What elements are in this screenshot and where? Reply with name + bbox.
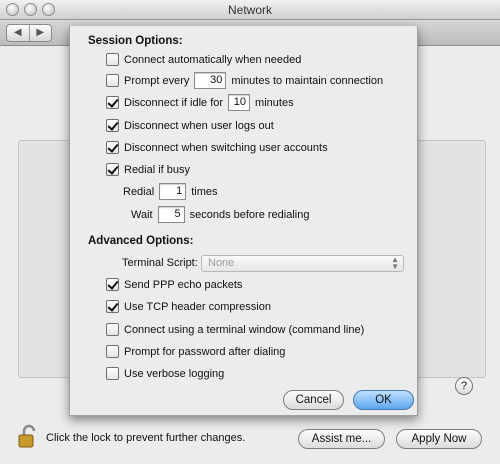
option-verbose-logging[interactable]: Use verbose logging (106, 367, 224, 380)
option-prompt-password[interactable]: Prompt for password after dialing (106, 345, 285, 358)
forward-arrow-icon[interactable]: ▶ (30, 25, 52, 41)
checkbox[interactable] (106, 119, 119, 132)
terminal-script-value: None (208, 257, 235, 269)
checkbox[interactable] (106, 367, 119, 380)
wait-seconds-field[interactable]: 5 (157, 206, 185, 223)
apply-now-button[interactable]: Apply Now (396, 429, 482, 449)
title-bar: Network (0, 0, 500, 20)
checkbox[interactable] (106, 141, 119, 154)
option-label: Disconnect when user logs out (124, 119, 274, 132)
option-tcp-header-compression[interactable]: Use TCP header compression (106, 300, 271, 313)
ok-button[interactable]: OK (353, 390, 414, 410)
checkbox[interactable] (106, 74, 119, 87)
popup-arrows-icon: ▲ ▼ (391, 255, 399, 271)
checkbox[interactable] (106, 300, 119, 313)
redial-suffix: times (191, 185, 218, 198)
checkbox[interactable] (106, 345, 119, 358)
option-label: Disconnect if idle for (124, 96, 224, 109)
option-label: Send PPP echo packets (124, 278, 243, 291)
lock-message: Click the lock to prevent further change… (46, 432, 246, 444)
wait-suffix: seconds before redialing (189, 208, 310, 221)
checkbox[interactable] (106, 53, 119, 66)
wait-seconds-row: Wait 5 seconds before redialing (131, 206, 309, 223)
option-terminal-window[interactable]: Connect using a terminal window (command… (106, 323, 364, 336)
prompt-minutes-field[interactable]: 30 (194, 72, 227, 89)
advanced-options-heading: Advanced Options: (88, 235, 194, 247)
option-disconnect-idle[interactable]: Disconnect if idle for 10 minutes (106, 94, 294, 111)
checkbox[interactable] (106, 163, 119, 176)
checkbox[interactable] (106, 323, 119, 336)
option-prompt-every[interactable]: Prompt every 30 minutes to maintain conn… (106, 72, 383, 89)
option-label: Connect automatically when needed (124, 53, 302, 66)
wait-label: Wait (131, 208, 153, 221)
cancel-button[interactable]: Cancel (283, 390, 344, 410)
redial-count-field[interactable]: 1 (159, 183, 187, 200)
checkbox[interactable] (106, 278, 119, 291)
option-label-suffix: minutes (255, 96, 294, 109)
option-label: Disconnect when switching user accounts (124, 141, 328, 154)
option-disconnect-switching[interactable]: Disconnect when switching user accounts (106, 141, 328, 154)
option-connect-automatically[interactable]: Connect automatically when needed (106, 53, 301, 66)
lock-icon[interactable] (17, 424, 39, 448)
back-forward-buttons[interactable]: ◀ ▶ (6, 24, 52, 42)
checkbox[interactable] (106, 96, 119, 109)
option-label-suffix: minutes to maintain connection (231, 74, 384, 87)
option-label: Connect using a terminal window (command… (124, 323, 365, 336)
option-label: Prompt for password after dialing (124, 345, 286, 358)
assist-me-button[interactable]: Assist me... (298, 429, 385, 449)
idle-minutes-field[interactable]: 10 (228, 94, 251, 111)
option-label: Use verbose logging (124, 367, 225, 380)
help-button[interactable]: ? (455, 377, 473, 395)
ppp-options-sheet: Session Options: Connect automatically w… (69, 26, 418, 416)
redial-count-row: Redial 1 times (123, 183, 217, 200)
option-send-ppp-echo[interactable]: Send PPP echo packets (106, 278, 242, 291)
redial-label: Redial (123, 185, 155, 198)
option-label: Prompt every (124, 74, 190, 87)
option-redial-if-busy[interactable]: Redial if busy (106, 163, 190, 176)
back-arrow-icon[interactable]: ◀ (7, 25, 30, 41)
terminal-script-label: Terminal Script: (122, 257, 198, 269)
window-title: Network (227, 3, 272, 17)
option-label: Use TCP header compression (124, 300, 271, 313)
terminal-script-popup[interactable]: None ▲ ▼ (201, 255, 404, 272)
option-label: Redial if busy (124, 163, 191, 176)
option-disconnect-logout[interactable]: Disconnect when user logs out (106, 119, 274, 132)
session-options-heading: Session Options: (88, 35, 183, 47)
